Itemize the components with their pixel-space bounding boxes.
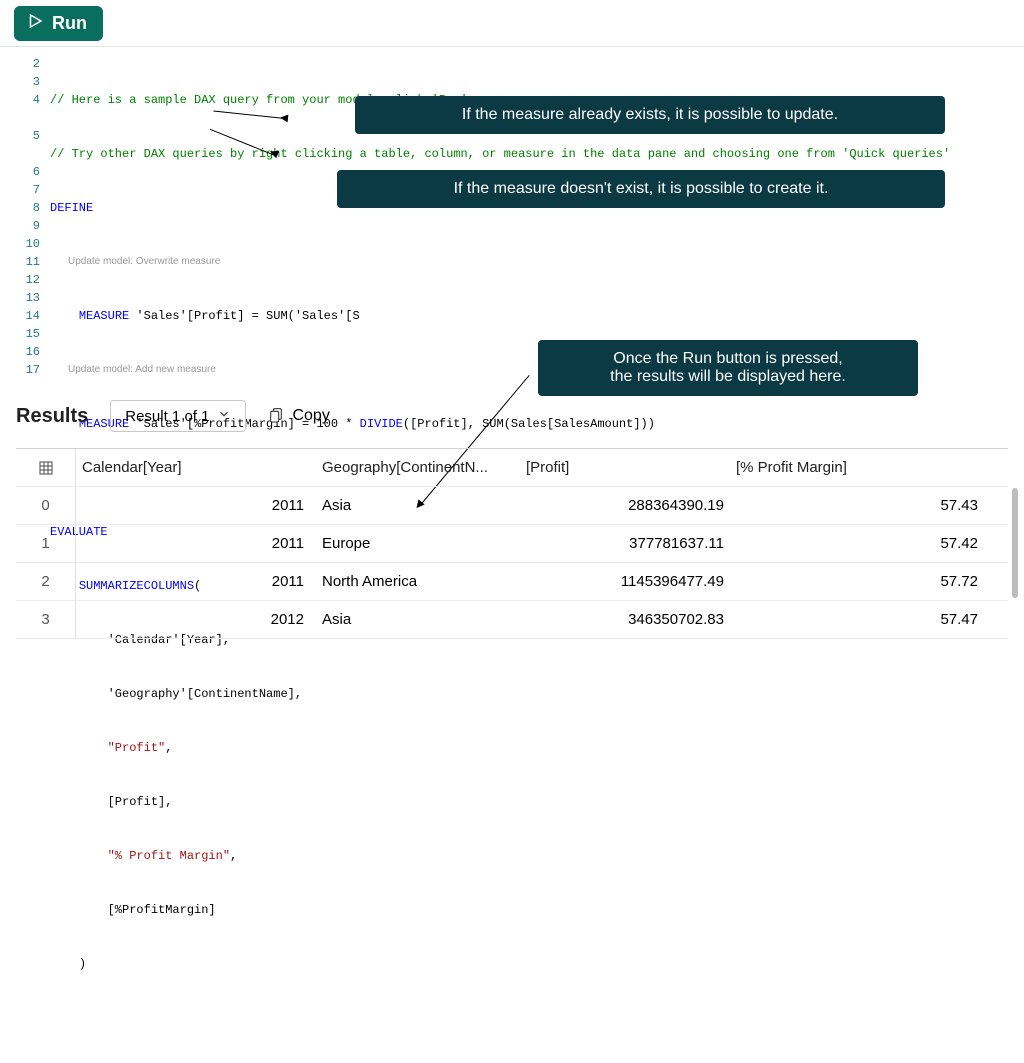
- col-header-continent[interactable]: Geography[ContinentN...: [316, 459, 526, 476]
- callout-line: Once the Run button is pressed,: [613, 350, 842, 367]
- cell: 57.42: [736, 535, 1008, 552]
- copy-button[interactable]: Copy: [268, 404, 329, 429]
- cell: Europe: [316, 535, 526, 552]
- callout-line: the results will be displayed here.: [610, 368, 846, 385]
- cell: 57.47: [736, 611, 1008, 628]
- results-table: Calendar[Year] Geography[ContinentN... […: [16, 448, 1008, 639]
- code-token: "% Profit Margin": [108, 849, 230, 863]
- callout-create-measure: If the measure doesn't exist, it is poss…: [337, 170, 945, 208]
- table-row[interactable]: 1 2011 Europe 377781637.11 57.42: [16, 525, 1008, 563]
- row-index: 1: [16, 525, 76, 563]
- cell: 2012: [76, 611, 316, 628]
- callout-run-results: Once the Run button is pressed, the resu…: [538, 340, 918, 396]
- table-row[interactable]: 0 2011 Asia 288364390.19 57.43: [16, 487, 1008, 525]
- cell: 377781637.11: [526, 535, 736, 552]
- code-token: ,: [165, 741, 172, 755]
- results-label: Results: [16, 405, 88, 428]
- cell: 57.72: [736, 573, 1008, 590]
- row-index: 3: [16, 601, 76, 639]
- table-header-row: Calendar[Year] Geography[ContinentN... […: [16, 449, 1008, 487]
- col-header-margin[interactable]: [% Profit Margin]: [736, 459, 1008, 476]
- grid-icon: [16, 449, 76, 487]
- cell: Asia: [316, 497, 526, 514]
- run-label: Run: [52, 13, 87, 34]
- code-token: MEASURE: [79, 309, 137, 323]
- cell: 346350702.83: [526, 611, 736, 628]
- cell: 1145396477.49: [526, 573, 736, 590]
- line-gutter: 2 3 4 5 6 7 8 9 10 11 12 13 14 15 16 17: [0, 47, 50, 366]
- col-header-profit[interactable]: [Profit]: [526, 459, 736, 476]
- row-index: 2: [16, 563, 76, 601]
- table-row[interactable]: 3 2012 Asia 346350702.83 57.47: [16, 601, 1008, 639]
- cell: 288364390.19: [526, 497, 736, 514]
- cell: 2011: [76, 535, 316, 552]
- code-line: // Try other DAX queries by right clicki…: [50, 147, 950, 161]
- code-line: ): [79, 957, 86, 971]
- run-button[interactable]: Run: [14, 6, 103, 41]
- code-line: DEFINE: [50, 201, 93, 215]
- result-selector[interactable]: Result 1 of 1: [110, 400, 246, 432]
- code-token: ([Profit], SUM(Sales[SalesAmount])): [403, 417, 655, 431]
- code-token: DIVIDE: [360, 417, 403, 431]
- code-line: [%ProfitMargin]: [108, 903, 216, 917]
- cell: North America: [316, 573, 526, 590]
- cell: 57.43: [736, 497, 1008, 514]
- scrollbar[interactable]: [1012, 488, 1018, 598]
- row-index: 0: [16, 487, 76, 525]
- play-icon: [26, 12, 44, 35]
- callout-update-measure: If the measure already exists, it is pos…: [355, 96, 945, 134]
- cell: Asia: [316, 611, 526, 628]
- copy-icon: [268, 404, 284, 429]
- codelens-overwrite[interactable]: Update model: Overwrite measure: [50, 253, 1024, 271]
- copy-label: Copy: [292, 407, 329, 425]
- table-row[interactable]: 2 2011 North America 1145396477.49 57.72: [16, 563, 1008, 601]
- chevron-down-icon: [217, 407, 231, 425]
- code-token: "Profit": [108, 741, 166, 755]
- code-line: [Profit],: [108, 795, 173, 809]
- code-line: 'Geography'[ContinentName],: [108, 687, 302, 701]
- col-header-year[interactable]: Calendar[Year]: [76, 459, 316, 476]
- cell: 2011: [76, 497, 316, 514]
- cell: 2011: [76, 573, 316, 590]
- code-token: ,: [230, 849, 237, 863]
- result-selector-label: Result 1 of 1: [125, 408, 209, 425]
- code-token: 'Sales'[Profit] = SUM('Sales'[S: [136, 309, 359, 323]
